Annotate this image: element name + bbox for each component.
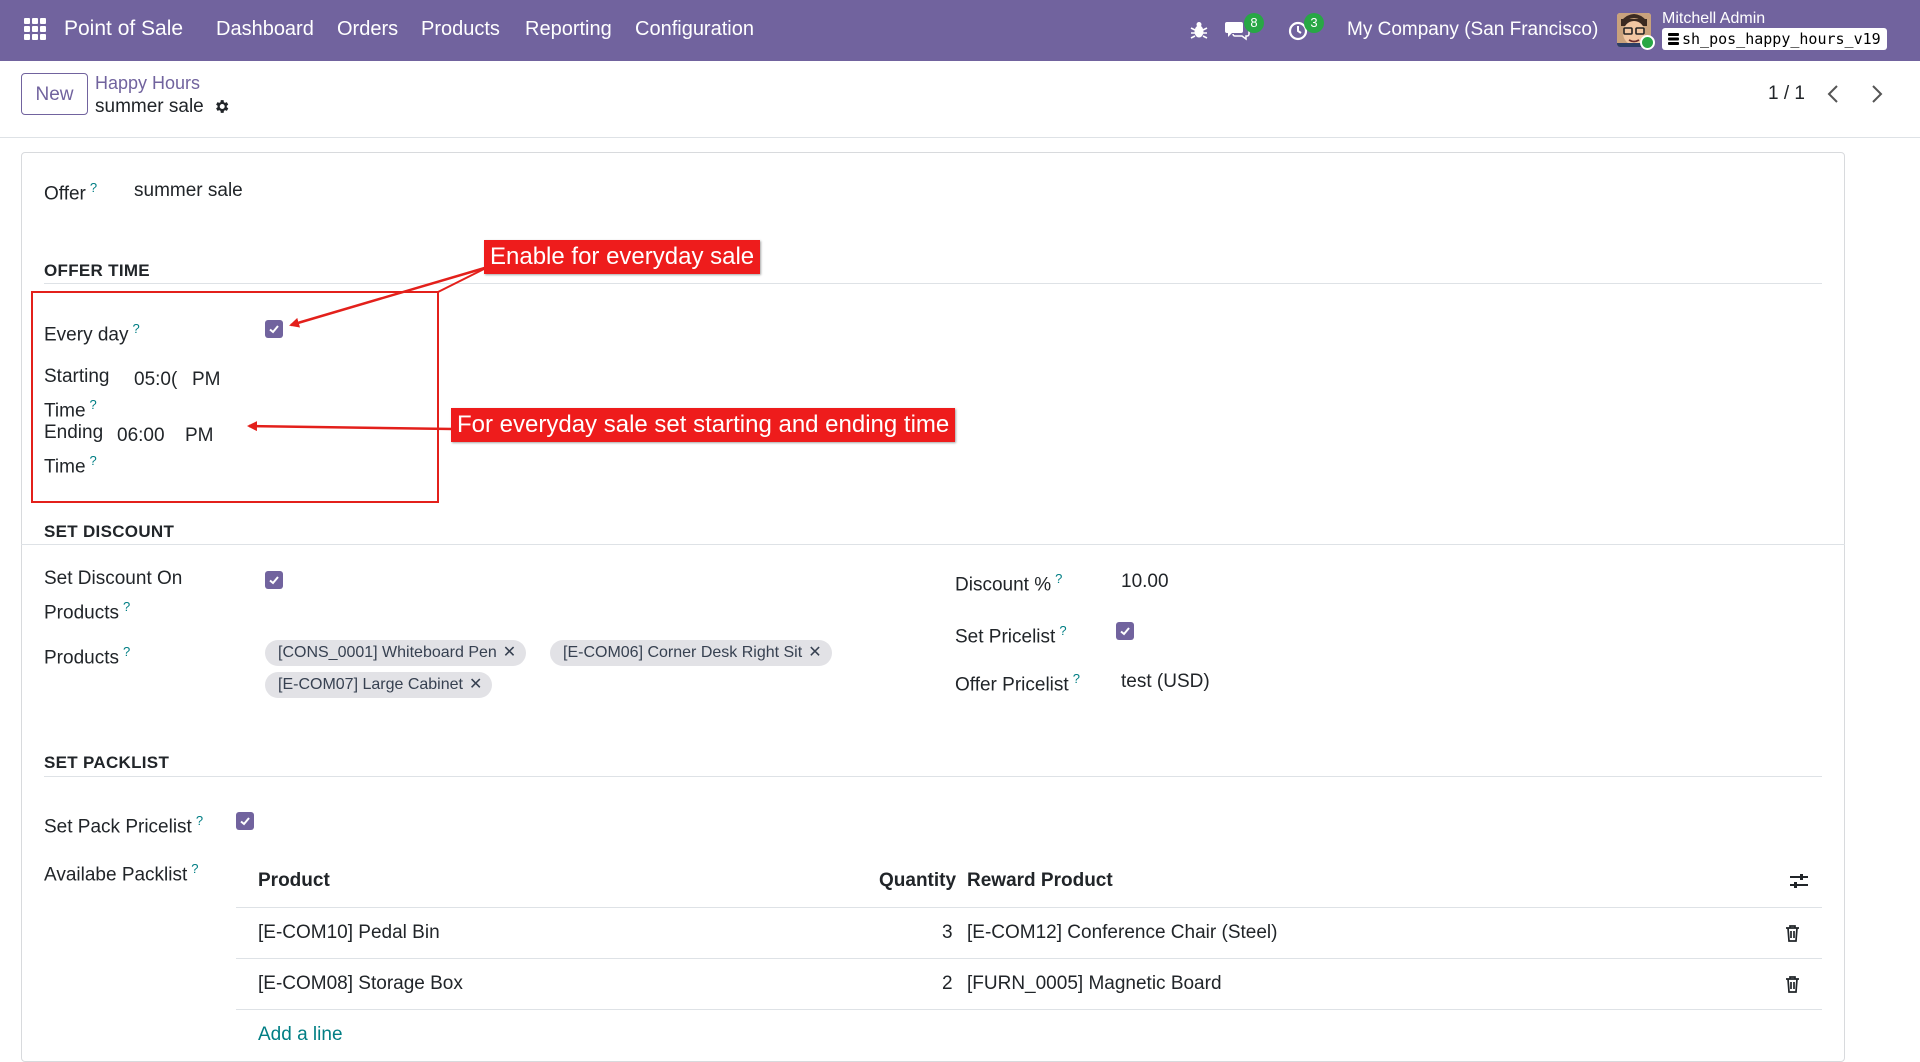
annotation-label-time: For everyday sale set starting and endin…	[451, 408, 956, 442]
annotation-arrow-time	[247, 421, 454, 432]
annotation-arrow-everyday	[289, 265, 489, 328]
annotation-label-everyday: Enable for everyday sale	[484, 240, 761, 274]
annotation-arrows	[247, 265, 489, 432]
